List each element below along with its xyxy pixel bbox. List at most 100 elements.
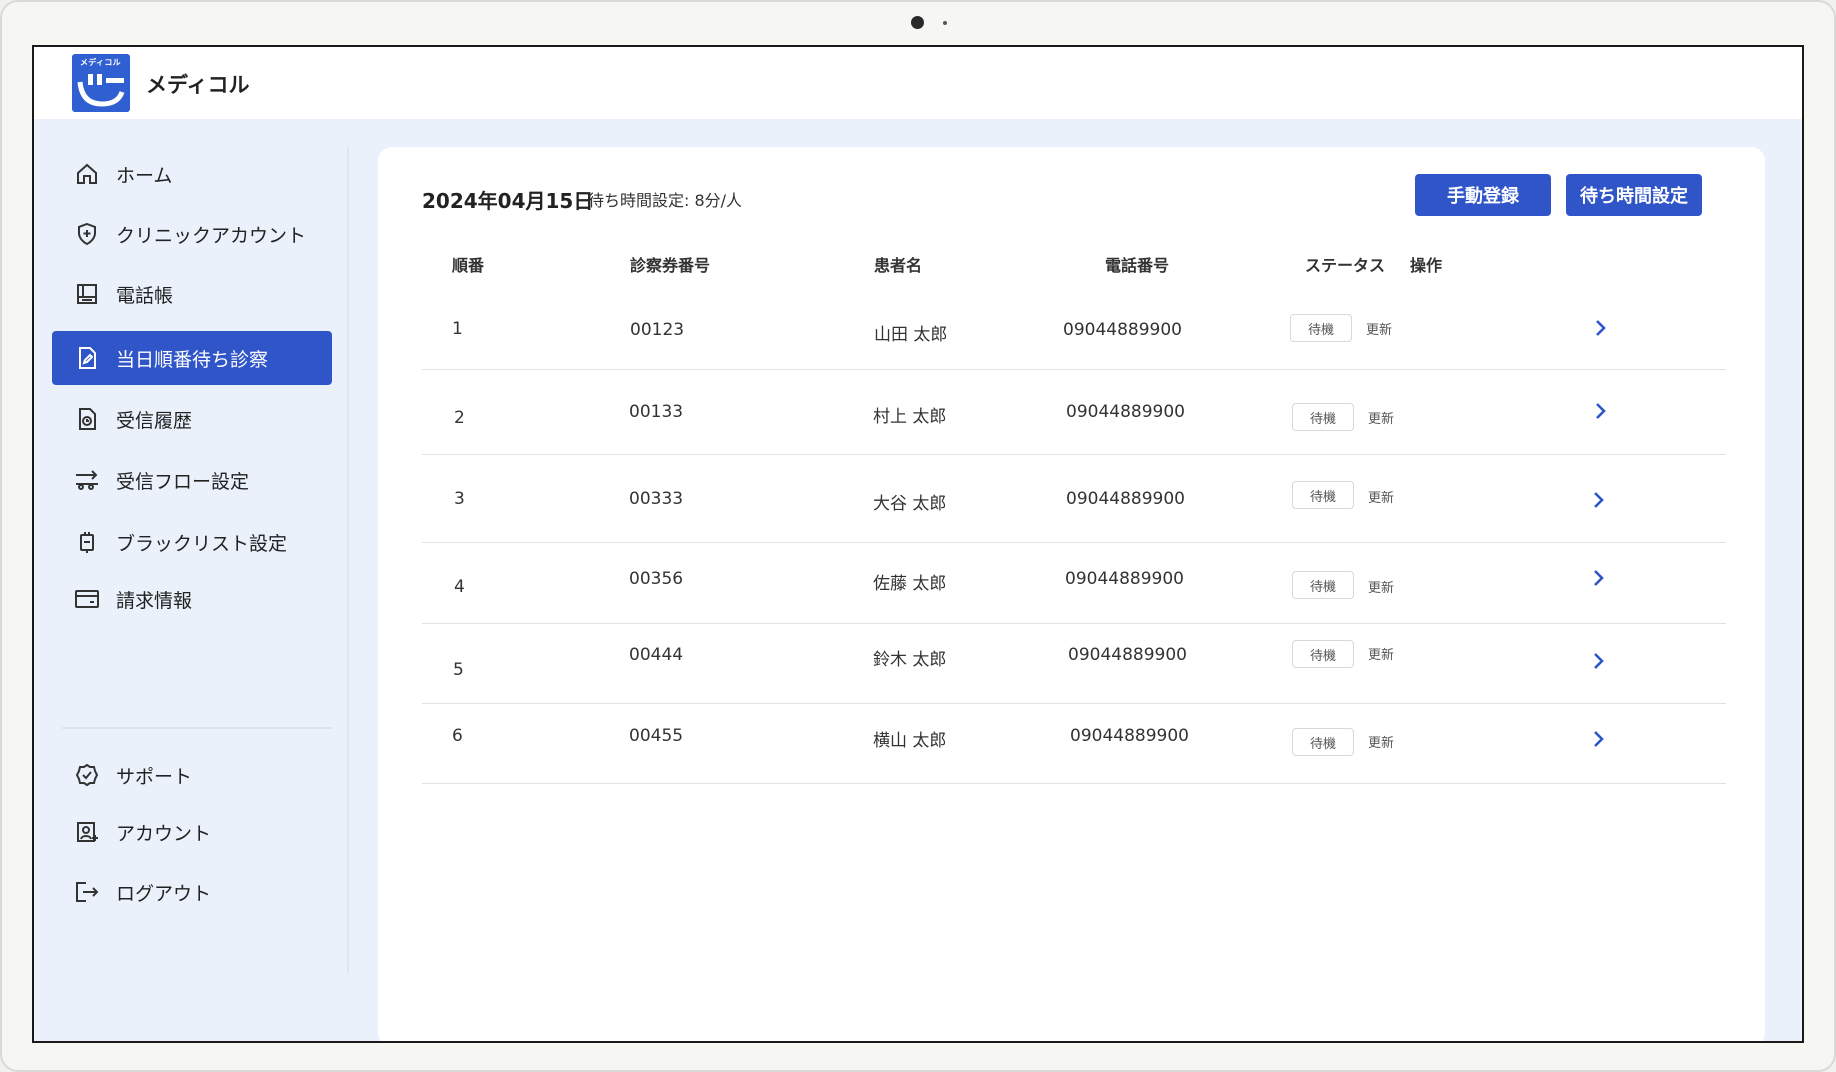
row-card-number: 00356	[629, 569, 684, 589]
column-header-order: 順番	[452, 256, 485, 275]
sidebar-border	[347, 147, 349, 973]
status-badge: 待機	[1292, 640, 1354, 668]
row-card-number: 00444	[629, 645, 684, 665]
app-screen: メディコル メディコル ホーム クリニックアカウント 電話帳 当日順番待ち診察 …	[32, 45, 1804, 1043]
sidebar-item-label: 受信履歴	[116, 409, 193, 432]
chevron-right-icon[interactable]	[1590, 489, 1608, 511]
row-patient-name: 山田 太郎	[874, 325, 948, 345]
status-badge: 待機	[1292, 571, 1354, 599]
table-row: 1 00123 山田 太郎 09044889900 待機 更新	[422, 290, 1726, 370]
table-row: 3 00333 大谷 太郎 09044889900 待機 更新	[422, 455, 1726, 543]
sidebar-item-label: 請求情報	[116, 589, 193, 612]
row-patient-name: 村上 太郎	[873, 407, 947, 427]
sidebar-item-label: ブラックリスト設定	[116, 532, 288, 555]
row-card-number: 00123	[630, 320, 685, 340]
table-row: 4 00356 佐藤 太郎 09044889900 待機 更新	[422, 543, 1726, 624]
row-patient-name: 鈴木 太郎	[873, 650, 947, 670]
app-name: メディコル	[146, 73, 250, 97]
sidebar-item-support[interactable]: サポート	[52, 748, 332, 802]
column-header-status: ステータス	[1305, 256, 1386, 275]
billing-icon	[72, 584, 102, 614]
row-phone: 09044889900	[1066, 402, 1185, 422]
row-patient-name: 佐藤 太郎	[873, 574, 947, 594]
status-badge: 待機	[1290, 314, 1352, 342]
column-header-phone: 電話番号	[1105, 256, 1170, 275]
camera-icon	[911, 16, 924, 29]
history-icon	[72, 404, 102, 434]
row-order: 5	[453, 660, 464, 680]
row-order: 6	[452, 726, 463, 746]
update-link[interactable]: 更新	[1368, 644, 1394, 663]
sidebar-item-label: 当日順番待ち診察	[116, 348, 269, 371]
row-card-number: 00133	[629, 402, 684, 422]
row-order: 2	[454, 408, 465, 428]
sidebar-item-phonebook[interactable]: 電話帳	[52, 267, 332, 321]
sidebar-item-label: クリニックアカウント	[116, 224, 307, 247]
sidebar-item-clinic-account[interactable]: クリニックアカウント	[52, 207, 332, 261]
app-logo[interactable]: メディコル	[72, 54, 130, 112]
top-bar: メディコル メディコル	[34, 47, 1802, 119]
column-header-card-number: 診察券番号	[630, 256, 711, 275]
sidebar-item-label: ログアウト	[116, 882, 212, 905]
shield-plus-icon	[72, 219, 102, 249]
status-badge: 待機	[1292, 403, 1354, 431]
row-patient-name: 大谷 太郎	[873, 494, 947, 514]
row-order: 3	[454, 489, 465, 509]
sidebar-divider	[62, 727, 332, 729]
support-check-icon	[72, 760, 102, 790]
logout-icon	[72, 877, 102, 907]
status-badge: 待機	[1292, 481, 1354, 509]
chevron-right-icon[interactable]	[1590, 650, 1608, 672]
document-edit-icon	[72, 343, 102, 373]
row-card-number: 00455	[629, 726, 684, 746]
sidebar: ホーム クリニックアカウント 電話帳 当日順番待ち診察 受信履歴 受信フロー設定…	[34, 119, 348, 1041]
row-phone: 09044889900	[1065, 569, 1184, 589]
account-icon	[72, 817, 102, 847]
status-badge: 待機	[1292, 728, 1354, 756]
row-order: 4	[454, 577, 465, 597]
sidebar-item-billing[interactable]: 請求情報	[52, 572, 332, 626]
table-row: 6 00455 横山 太郎 09044889900 待機 更新	[422, 704, 1726, 784]
chevron-right-icon[interactable]	[1592, 317, 1610, 339]
wait-time-setting-text: 待ち時間設定: 8分/人	[588, 191, 743, 210]
current-date: 2024年04月15日	[422, 189, 594, 213]
logo-small-text: メディコル	[80, 58, 121, 67]
row-phone: 09044889900	[1068, 645, 1187, 665]
chevron-right-icon[interactable]	[1590, 728, 1608, 750]
table-row: 5 00444 鈴木 太郎 09044889900 待機 更新	[422, 624, 1726, 704]
sidebar-item-label: アカウント	[116, 822, 212, 845]
chevron-right-icon[interactable]	[1592, 400, 1610, 422]
update-link[interactable]: 更新	[1368, 577, 1394, 596]
row-order: 1	[452, 319, 463, 339]
sidebar-item-logout[interactable]: ログアウト	[52, 865, 332, 919]
sidebar-item-label: 電話帳	[116, 284, 174, 307]
row-phone: 09044889900	[1070, 726, 1189, 746]
table-row: 2 00133 村上 太郎 09044889900 待機 更新	[422, 370, 1726, 455]
wait-time-setting-button[interactable]: 待ち時間設定	[1566, 174, 1702, 216]
sidebar-item-account[interactable]: アカウント	[52, 805, 332, 859]
column-header-patient-name: 患者名	[874, 256, 923, 275]
row-patient-name: 横山 太郎	[873, 731, 947, 751]
sidebar-item-blacklist[interactable]: ブラックリスト設定	[52, 515, 332, 569]
phonebook-icon	[72, 279, 102, 309]
sidebar-item-same-day-queue[interactable]: 当日順番待ち診察	[52, 331, 332, 385]
row-card-number: 00333	[629, 489, 684, 509]
sidebar-item-label: 受信フロー設定	[116, 470, 250, 493]
update-link[interactable]: 更新	[1368, 408, 1394, 427]
update-link[interactable]: 更新	[1368, 487, 1394, 506]
row-phone: 09044889900	[1063, 320, 1182, 340]
flow-settings-icon	[72, 465, 102, 495]
update-link[interactable]: 更新	[1366, 319, 1392, 338]
chevron-right-icon[interactable]	[1590, 567, 1608, 589]
camera-sensor-icon	[943, 21, 947, 25]
queue-card: 2024年04月15日 待ち時間設定: 8分/人 手動登録 待ち時間設定 順番 …	[378, 147, 1765, 1041]
home-icon	[72, 159, 102, 189]
column-header-action: 操作	[1410, 256, 1443, 275]
sidebar-item-flow-settings[interactable]: 受信フロー設定	[52, 453, 332, 507]
manual-register-button[interactable]: 手動登録	[1415, 174, 1551, 216]
update-link[interactable]: 更新	[1368, 732, 1394, 751]
row-phone: 09044889900	[1066, 489, 1185, 509]
sidebar-item-home[interactable]: ホーム	[52, 147, 332, 201]
sidebar-item-receive-history[interactable]: 受信履歴	[52, 392, 332, 446]
blacklist-icon	[72, 527, 102, 557]
